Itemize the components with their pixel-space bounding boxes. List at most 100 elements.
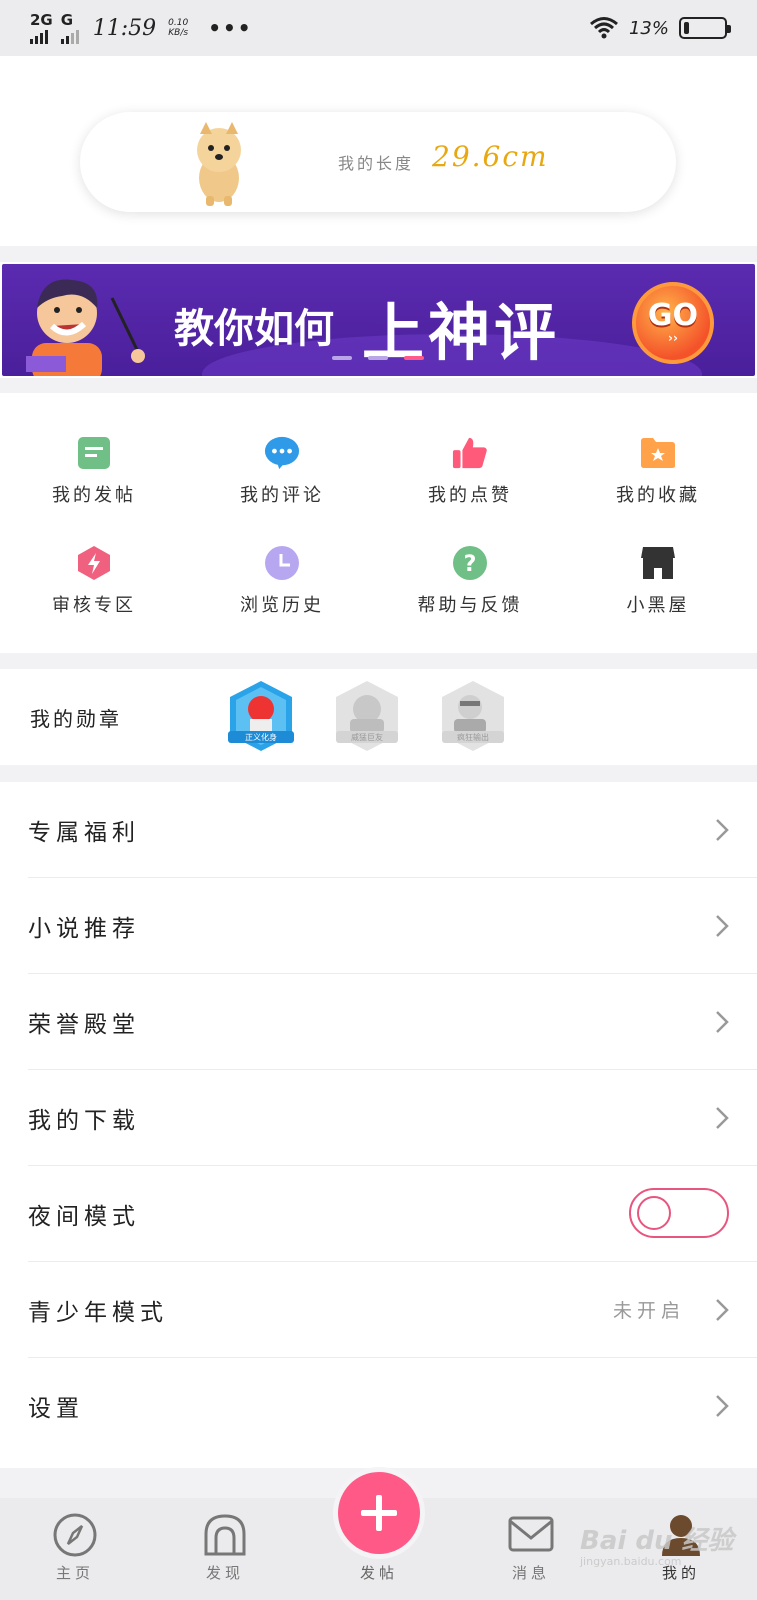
banner-dot bbox=[368, 356, 388, 360]
plus-icon bbox=[361, 1495, 397, 1531]
row-label: 专属福利 bbox=[28, 819, 140, 846]
wifi-icon bbox=[590, 17, 618, 39]
network-speed: 0.10 KB/s bbox=[168, 18, 188, 38]
new-post-label: 发帖 bbox=[359, 1564, 398, 1582]
medal-mighty-icon[interactable]: 威猛巨友 bbox=[330, 679, 404, 753]
watermark-text: Bai du 经验 bbox=[580, 1526, 734, 1556]
network-type-2: G bbox=[60, 10, 74, 29]
length-label: 我的长度 bbox=[338, 154, 415, 173]
quick-menu-grid: 我的发帖 我的评论 我的点赞 我的收藏 审核专区 浏览历史 ? 帮助与反馈 小黑… bbox=[0, 393, 757, 653]
question-icon: ? bbox=[452, 545, 488, 581]
promo-banner[interactable]: 教你如何 上神评 GO ›› bbox=[2, 264, 755, 376]
chevron-right-icon bbox=[716, 1299, 729, 1321]
speed-value: 0.10 bbox=[168, 18, 189, 28]
star-folder-icon bbox=[640, 435, 676, 471]
chevron-right-icon bbox=[716, 1107, 729, 1129]
row-teen-mode[interactable]: 青少年模式 未开启 bbox=[28, 1262, 757, 1358]
profile-card: 我的长度 29.6cm bbox=[0, 56, 757, 246]
banner-section: 教你如何 上神评 GO ›› bbox=[0, 262, 757, 378]
teen-mode-status: 未开启 bbox=[612, 1300, 685, 1322]
nav-label: 发现 bbox=[205, 1564, 244, 1582]
svg-text:?: ? bbox=[464, 552, 477, 577]
row-settings[interactable]: 设置 bbox=[28, 1358, 757, 1454]
go-label: GO bbox=[647, 298, 699, 333]
status-bar: 2G G 11:59 0.10 KB/s ••• 13% bbox=[0, 0, 757, 56]
banner-pagination bbox=[332, 356, 424, 360]
medals-title: 我的勋章 bbox=[30, 707, 122, 731]
row-my-downloads[interactable]: 我的下载 bbox=[28, 1070, 757, 1166]
status-left: 2G G 11:59 0.10 KB/s ••• bbox=[30, 10, 253, 44]
nav-label: 消息 bbox=[511, 1564, 550, 1582]
menu-review-zone[interactable]: 审核专区 bbox=[14, 545, 174, 617]
row-label: 荣誉殿堂 bbox=[28, 1011, 140, 1038]
signal-g-icon: G bbox=[60, 10, 79, 44]
menu-label: 我的收藏 bbox=[616, 485, 700, 506]
toggle-knob bbox=[637, 1196, 671, 1230]
banner-dot bbox=[332, 356, 352, 360]
cartoon-teacher-icon bbox=[26, 279, 145, 376]
chevron-right-icon bbox=[716, 915, 729, 937]
row-hall-of-fame[interactable]: 荣誉殿堂 bbox=[28, 974, 757, 1070]
go-arrows: ›› bbox=[668, 331, 678, 345]
menu-my-favorites[interactable]: 我的收藏 bbox=[578, 435, 738, 507]
medal-name: 正义化身 bbox=[245, 732, 277, 742]
more-notifications-icon: ••• bbox=[208, 16, 253, 40]
clock-icon bbox=[264, 545, 300, 581]
menu-my-comments[interactable]: 我的评论 bbox=[202, 435, 362, 507]
nav-home[interactable]: 主页 bbox=[30, 1512, 120, 1583]
dog-avatar-icon bbox=[197, 122, 241, 206]
battery-fill bbox=[684, 22, 689, 34]
house-icon bbox=[640, 545, 676, 581]
arch-icon bbox=[204, 1514, 246, 1556]
banner-text-small: 教你如何 bbox=[174, 306, 334, 352]
menu-label: 审核专区 bbox=[52, 595, 136, 616]
signal-2g-icon: 2G bbox=[30, 10, 53, 44]
menu-help-feedback[interactable]: ? 帮助与反馈 bbox=[390, 545, 550, 617]
nav-messages[interactable]: 消息 bbox=[486, 1512, 576, 1583]
thumbs-up-icon bbox=[452, 435, 488, 471]
lightning-hexagon-icon bbox=[76, 545, 112, 581]
nav-label: 主页 bbox=[55, 1564, 94, 1582]
menu-blackhouse[interactable]: 小黑屋 bbox=[578, 545, 738, 617]
medal-name: 疯狂输出 bbox=[457, 732, 489, 742]
speed-unit: KB/s bbox=[168, 28, 189, 38]
row-night-mode: 夜间模式 bbox=[28, 1166, 757, 1262]
menu-label: 浏览历史 bbox=[240, 595, 324, 616]
row-label: 设置 bbox=[28, 1396, 84, 1422]
banner-go-button[interactable]: GO ›› bbox=[632, 282, 714, 364]
post-list-icon bbox=[76, 435, 112, 471]
clock-time: 11:59 bbox=[92, 15, 157, 41]
menu-label: 我的发帖 bbox=[52, 485, 136, 506]
comment-bubble-icon bbox=[264, 435, 300, 471]
medal-justice-icon[interactable]: 正义化身 bbox=[224, 679, 298, 753]
medal-crazy-output-icon[interactable]: 疯狂输出 bbox=[436, 679, 510, 753]
banner-dot bbox=[404, 356, 424, 360]
settings-list: 专属福利 小说推荐 荣誉殿堂 我的下载 夜间模式 青少年模式 未开启 设置 bbox=[0, 782, 757, 1468]
row-label: 我的下载 bbox=[28, 1107, 140, 1134]
menu-label: 我的评论 bbox=[240, 485, 324, 506]
menu-my-likes[interactable]: 我的点赞 bbox=[390, 435, 550, 507]
battery-icon bbox=[679, 17, 731, 39]
row-exclusive-benefits[interactable]: 专属福利 bbox=[28, 782, 757, 878]
new-post-button[interactable] bbox=[338, 1472, 420, 1554]
row-novel-recommend[interactable]: 小说推荐 bbox=[28, 878, 757, 974]
envelope-icon bbox=[508, 1516, 554, 1552]
menu-label: 帮助与反馈 bbox=[417, 595, 523, 616]
night-mode-toggle[interactable] bbox=[629, 1188, 729, 1238]
chevron-right-icon bbox=[716, 1011, 729, 1033]
watermark-url: jingyan.baidu.com bbox=[580, 1555, 682, 1568]
row-label: 小说推荐 bbox=[28, 915, 140, 942]
menu-my-posts[interactable]: 我的发帖 bbox=[14, 435, 174, 507]
status-right: 13% bbox=[589, 16, 731, 40]
menu-label: 小黑屋 bbox=[626, 595, 690, 616]
medals-section[interactable]: 我的勋章 正义化身 威猛巨友 疯狂输出 bbox=[0, 669, 757, 765]
row-label: 夜间模式 bbox=[28, 1203, 140, 1230]
battery-percent: 13% bbox=[628, 17, 669, 39]
menu-browse-history[interactable]: 浏览历史 bbox=[202, 545, 362, 617]
nav-discover[interactable]: 发现 bbox=[180, 1512, 270, 1583]
network-type-1: 2G bbox=[30, 10, 53, 29]
medal-name: 威猛巨友 bbox=[351, 732, 383, 742]
menu-label: 我的点赞 bbox=[428, 485, 512, 506]
chevron-right-icon bbox=[716, 819, 729, 841]
length-pill: 我的长度 29.6cm bbox=[80, 112, 676, 212]
